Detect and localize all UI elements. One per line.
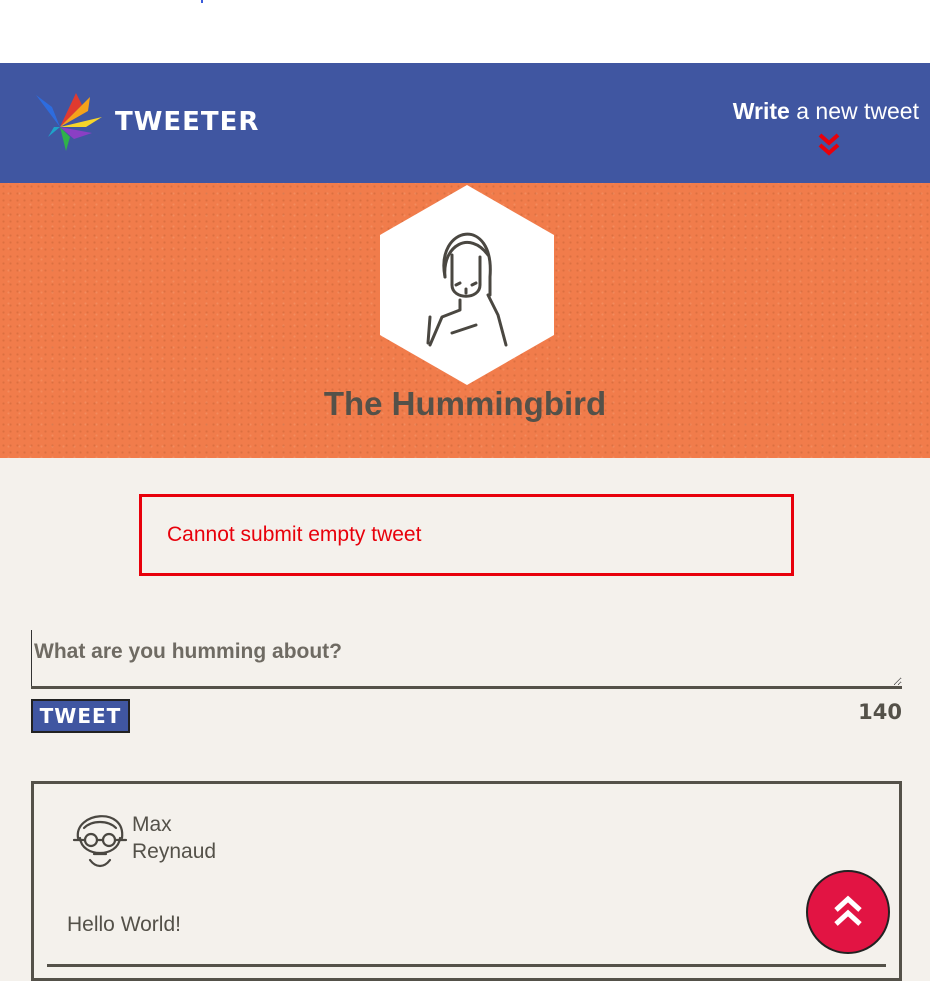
user-avatar-icon bbox=[72, 815, 128, 868]
profile-avatar bbox=[380, 185, 554, 385]
error-message: Cannot submit empty tweet bbox=[167, 523, 422, 546]
double-chevron-up-icon bbox=[834, 895, 862, 926]
brand-name[interactable]: TWEETER bbox=[115, 107, 259, 137]
top-strip bbox=[0, 0, 930, 63]
scroll-to-top-button[interactable] bbox=[806, 870, 890, 954]
write-label-bold: Write bbox=[732, 98, 790, 124]
character-counter: 140 bbox=[858, 700, 902, 724]
double-chevron-down-icon[interactable] bbox=[817, 132, 841, 158]
tweet-content: Hello World! bbox=[67, 913, 181, 936]
tweet-author: Max Reynaud bbox=[132, 811, 252, 865]
tweet-input[interactable] bbox=[31, 630, 902, 686]
profile-name: The Hummingbird bbox=[323, 385, 607, 422]
compose-area bbox=[31, 630, 902, 689]
write-new-tweet-link[interactable]: Write a new tweet bbox=[733, 98, 919, 125]
tweet-divider bbox=[47, 964, 886, 967]
navbar: TWEETER Write a new tweet bbox=[0, 63, 930, 183]
tweet-author-first: Max bbox=[132, 813, 172, 836]
write-label-rest: a new tweet bbox=[789, 98, 919, 124]
tweet-author-last: Reynaud bbox=[132, 840, 217, 863]
error-message-box: Cannot submit empty tweet bbox=[139, 494, 794, 576]
profile-banner: The Hummingbird bbox=[0, 183, 930, 458]
tweet-card: Max Reynaud Hello World! bbox=[31, 781, 902, 981]
hummingbird-logo-icon[interactable] bbox=[30, 87, 108, 159]
top-dot bbox=[201, 0, 203, 3]
tweet-submit-button[interactable]: TWEET bbox=[31, 699, 130, 733]
